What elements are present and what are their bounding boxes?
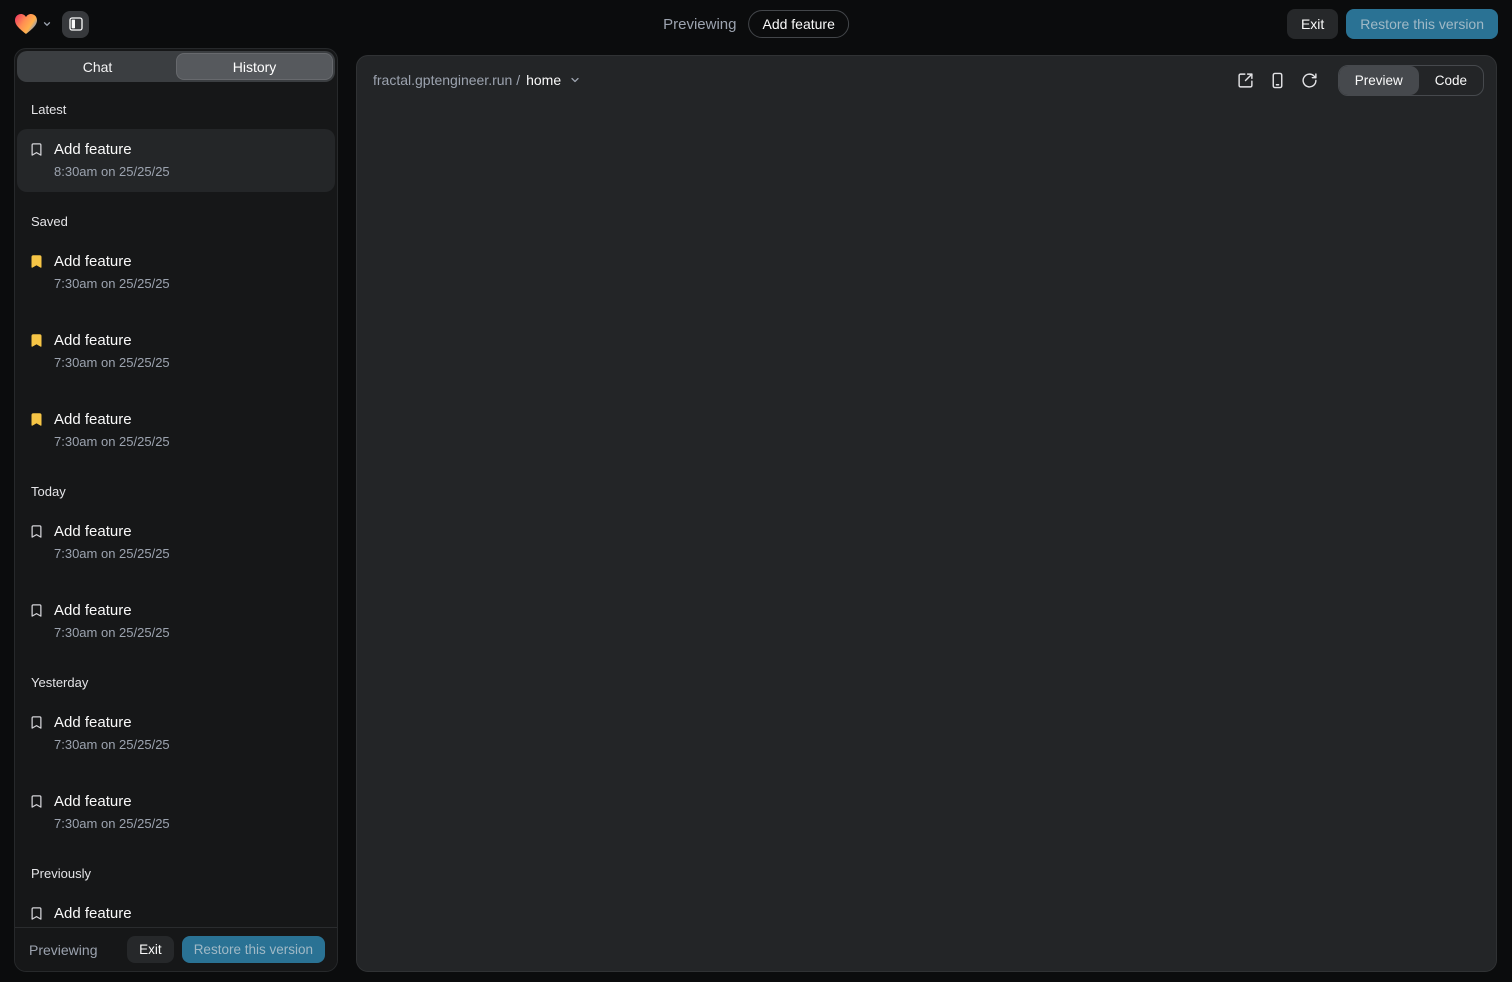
history-item[interactable]: Add feature7:30am on 25/25/25 [17, 399, 335, 462]
history-item-timestamp: 7:30am on 25/25/25 [54, 544, 170, 564]
history-item[interactable]: Add feature8:30am on 25/25/25 [17, 129, 335, 192]
bookmark-outline-icon [29, 523, 44, 540]
section-header-today: Today [17, 484, 335, 499]
tab-chat[interactable]: Chat [19, 53, 176, 80]
history-item-timestamp: 7:30am on 25/25/25 [54, 274, 170, 294]
tab-code[interactable]: Code [1419, 66, 1483, 95]
history-item-timestamp: 7:30am on 25/25/25 [54, 623, 170, 643]
history-item-timestamp: 7:30am on 25/25/25 [54, 432, 170, 452]
history-item-timestamp: 7:30am on 25/25/25 [54, 814, 170, 834]
bookmark-filled-icon [29, 411, 44, 428]
bookmark-outline-icon [29, 141, 44, 158]
brand[interactable] [14, 13, 52, 35]
history-item[interactable]: Add feature7:30am on 25/25/25 [17, 320, 335, 383]
previewing-label: Previewing [663, 16, 736, 33]
history-item-title: Add feature [54, 139, 170, 160]
chevron-down-icon [42, 19, 52, 29]
section-header-latest: Latest [17, 102, 335, 117]
bookmark-filled-icon [29, 253, 44, 270]
preview-controls: Preview Code [1232, 65, 1484, 96]
version-badge[interactable]: Add feature [748, 10, 848, 38]
mobile-preview-button[interactable] [1264, 66, 1292, 94]
view-mode-toggle: Preview Code [1338, 65, 1484, 96]
history-item-title: Add feature [54, 903, 170, 924]
history-item-title: Add feature [54, 791, 170, 812]
url-prefix: fractal.gptengineer.run / [373, 72, 520, 88]
history-sidebar: Chat History LatestAdd feature8:30am on … [14, 48, 338, 972]
url-page: home [526, 72, 561, 88]
section-header-previously: Previously [17, 866, 335, 881]
chevron-down-icon [569, 74, 581, 86]
preview-panel: fractal.gptengineer.run / home [356, 55, 1497, 972]
history-item-timestamp: 8:30am on 25/25/25 [54, 162, 170, 182]
preview-viewport[interactable] [357, 104, 1496, 971]
top-bar: Previewing Add feature Exit Restore this… [0, 0, 1512, 48]
history-item-title: Add feature [54, 521, 170, 542]
footer-previewing-label: Previewing [29, 942, 119, 958]
history-item-title: Add feature [54, 409, 170, 430]
footer-restore-version-button[interactable]: Restore this version [182, 936, 325, 963]
tab-preview[interactable]: Preview [1339, 66, 1419, 95]
history-item-title: Add feature [54, 330, 170, 351]
bookmark-outline-icon [29, 905, 44, 922]
history-item[interactable]: Add feature7:30am on 25/25/25 [17, 893, 335, 927]
refresh-button[interactable] [1296, 66, 1324, 94]
panel-left-icon [68, 16, 84, 32]
mobile-device-icon [1269, 72, 1286, 89]
history-item[interactable]: Add feature7:30am on 25/25/25 [17, 241, 335, 304]
sidebar-footer: Previewing Exit Restore this version [15, 927, 337, 971]
history-item[interactable]: Add feature7:30am on 25/25/25 [17, 511, 335, 574]
exit-button[interactable]: Exit [1287, 9, 1338, 39]
history-item[interactable]: Add feature7:30am on 25/25/25 [17, 781, 335, 844]
history-item-timestamp: 7:30am on 25/25/25 [54, 735, 170, 755]
section-header-saved: Saved [17, 214, 335, 229]
history-item[interactable]: Add feature7:30am on 25/25/25 [17, 590, 335, 653]
history-list[interactable]: LatestAdd feature8:30am on 25/25/25Saved… [15, 84, 337, 927]
footer-exit-button[interactable]: Exit [127, 936, 174, 963]
sidebar-toggle-button[interactable] [62, 11, 89, 38]
open-in-new-window-icon [1237, 72, 1254, 89]
bookmark-outline-icon [29, 793, 44, 810]
bookmark-outline-icon [29, 714, 44, 731]
sidebar-tabs: Chat History [17, 51, 335, 82]
history-item-title: Add feature [54, 712, 170, 733]
bookmark-outline-icon [29, 602, 44, 619]
lovable-heart-icon [14, 13, 38, 35]
preview-header: fractal.gptengineer.run / home [357, 56, 1496, 104]
tab-history[interactable]: History [176, 53, 333, 80]
open-in-new-window-button[interactable] [1232, 66, 1260, 94]
restore-version-button[interactable]: Restore this version [1346, 9, 1498, 39]
section-header-yesterday: Yesterday [17, 675, 335, 690]
url-selector[interactable]: fractal.gptengineer.run / home [373, 72, 581, 88]
refresh-icon [1301, 72, 1318, 89]
history-item-title: Add feature [54, 251, 170, 272]
history-item-timestamp: 7:30am on 25/25/25 [54, 353, 170, 373]
history-item-title: Add feature [54, 600, 170, 621]
topbar-actions: Exit Restore this version [1287, 9, 1498, 39]
history-item[interactable]: Add feature7:30am on 25/25/25 [17, 702, 335, 765]
bookmark-filled-icon [29, 332, 44, 349]
topbar-status: Previewing Add feature [663, 0, 849, 48]
